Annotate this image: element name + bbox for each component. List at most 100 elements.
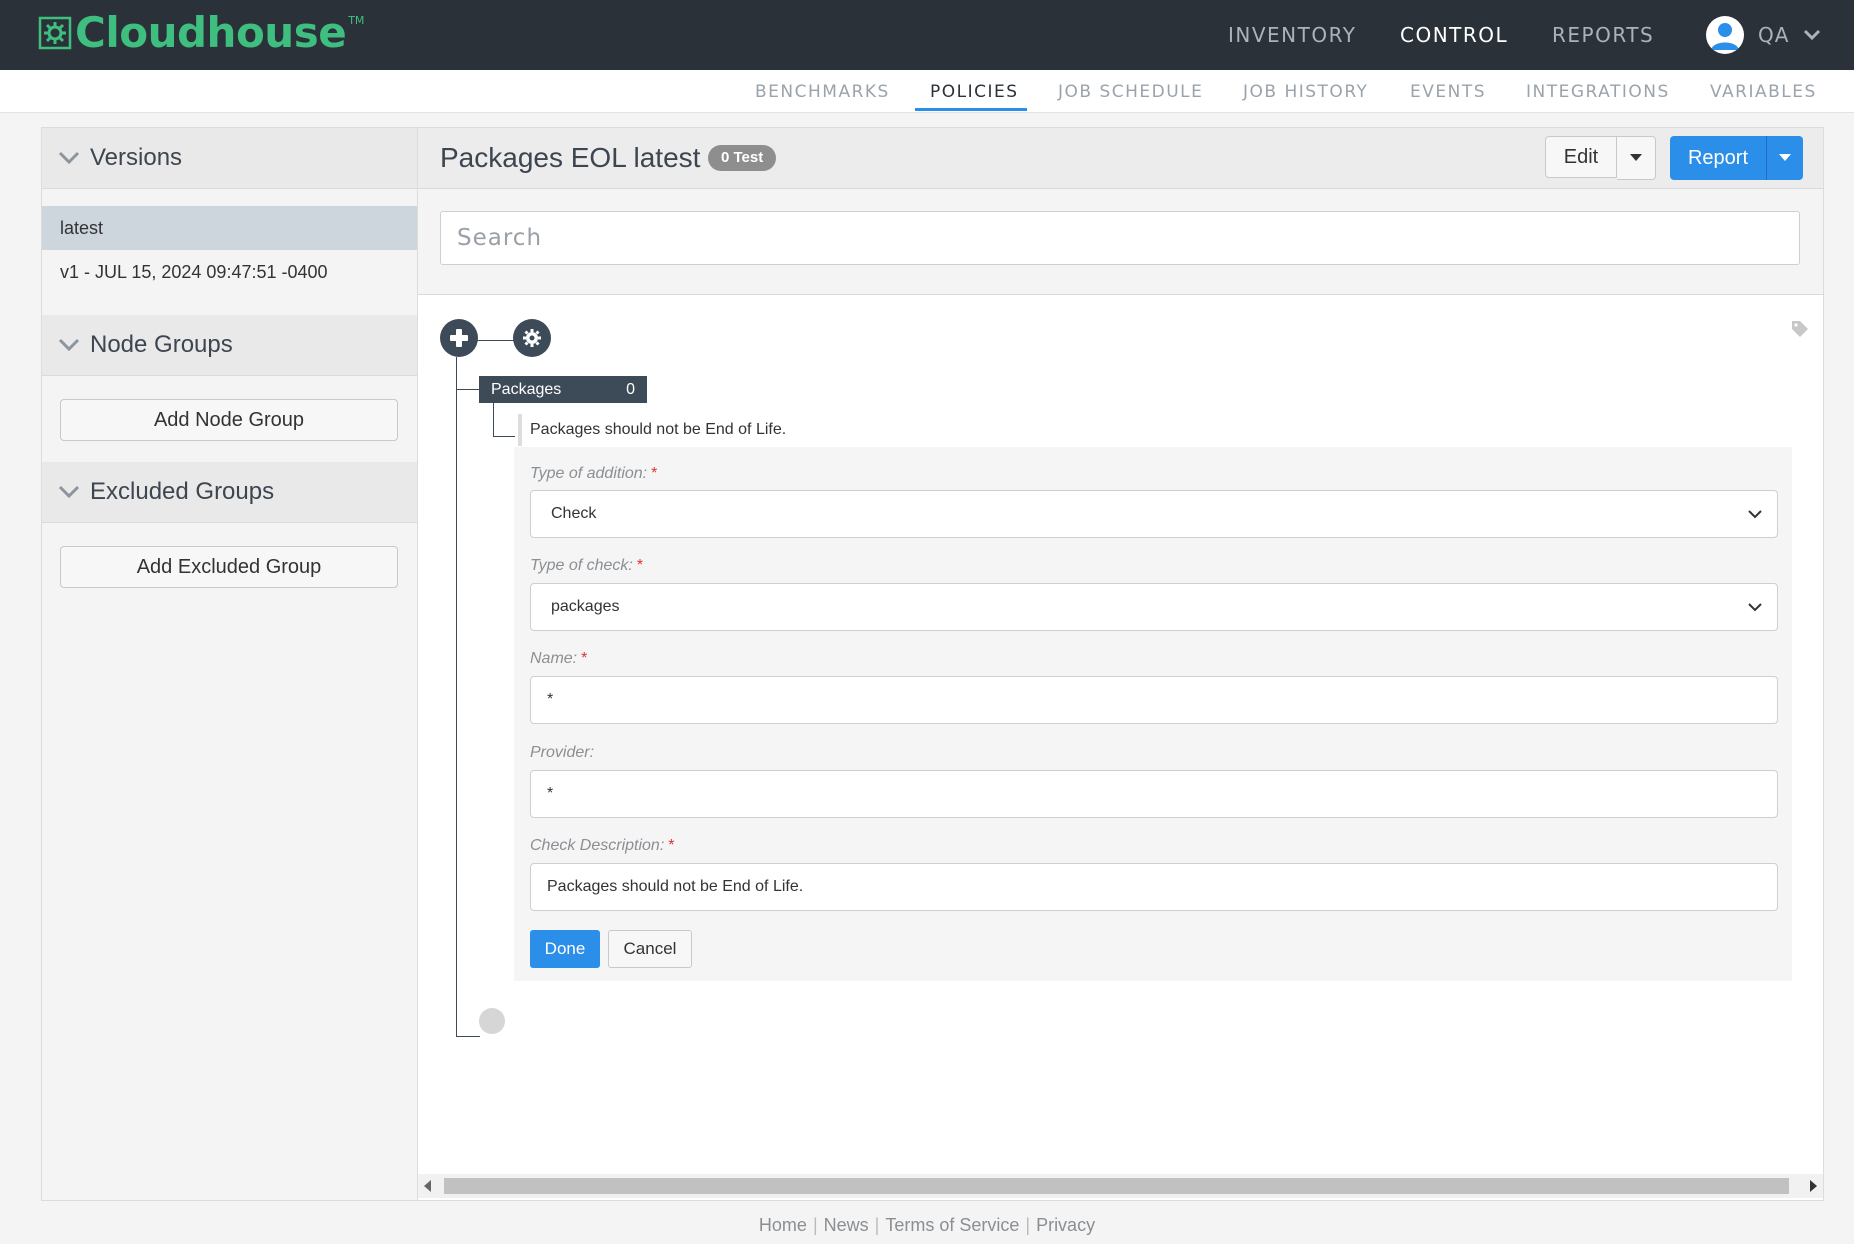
topnav-control-wrap: CONTROL [1400, 0, 1508, 70]
user-avatar-icon [1706, 16, 1744, 54]
version-label: latest [60, 217, 104, 238]
required-mark: * [651, 465, 658, 482]
check-indicator [518, 414, 522, 446]
footer-separator: | [874, 1215, 880, 1235]
top-bar: Cloudhouse TM INVENTORY CONTROL REPORTS … [0, 0, 1854, 70]
tree-connector [456, 389, 480, 390]
add-node-group-button[interactable]: Add Node Group [60, 399, 398, 441]
tree-trunk [456, 357, 457, 1037]
subnav-benchmarks[interactable]: BENCHMARKS [755, 82, 890, 102]
name-label: Name: * [530, 650, 587, 668]
subnav-job-schedule[interactable]: JOB SCHEDULE [1058, 82, 1203, 102]
required-mark: * [636, 557, 644, 574]
left-sidebar: Versions latest v1 - JUL 15, 2024 09:47:… [41, 127, 419, 1201]
scrollbar-thumb[interactable] [444, 1178, 1789, 1194]
type-of-check-label: Type of check: * [530, 557, 643, 575]
search-input[interactable] [440, 211, 1800, 265]
provider-label: Provider: [530, 744, 594, 762]
topnav-inventory[interactable]: INVENTORY [1228, 23, 1356, 47]
node-groups-title: Node Groups [90, 331, 233, 358]
node-label: Packages [491, 380, 562, 398]
footer-link-home[interactable]: Home [759, 1215, 807, 1235]
footer-link-terms[interactable]: Terms of Service [885, 1215, 1019, 1235]
settings-button[interactable] [513, 319, 551, 357]
selected-value: packages [551, 598, 620, 615]
add-node-button[interactable] [440, 319, 478, 357]
subnav-policies[interactable]: POLICIES [930, 82, 1019, 102]
edit-dropdown-toggle[interactable] [1617, 136, 1656, 180]
chevron-down-icon [58, 485, 80, 499]
version-item-latest[interactable]: latest [42, 206, 419, 250]
node-groups-header[interactable]: Node Groups [42, 315, 419, 376]
label-text: Type of check: [530, 557, 633, 574]
plus-icon [450, 329, 468, 347]
active-tab-indicator [915, 108, 1027, 111]
tree-connector [493, 436, 515, 437]
type-of-addition-select[interactable]: Check [530, 490, 1778, 538]
footer-link-news[interactable]: News [824, 1215, 869, 1235]
packages-node[interactable]: Packages 0 [479, 376, 647, 403]
done-button[interactable]: Done [530, 930, 600, 968]
subnav-events[interactable]: EVENTS [1410, 82, 1486, 102]
footer-separator: | [1025, 1215, 1031, 1235]
tree-connector [456, 1036, 480, 1037]
topnav-control[interactable]: CONTROL [1400, 23, 1508, 47]
excluded-groups-header[interactable]: Excluded Groups [42, 462, 419, 523]
user-menu[interactable]: QA [1706, 13, 1821, 57]
subnav-job-history[interactable]: JOB HISTORY [1243, 82, 1368, 102]
topnav-reports[interactable]: REPORTS [1552, 23, 1654, 47]
gear-icon [523, 329, 541, 347]
report-button[interactable]: Report [1670, 136, 1766, 180]
tree-branch [493, 403, 494, 437]
selected-value: Check [551, 505, 597, 522]
check-description-input[interactable] [530, 863, 1778, 911]
required-mark: * [668, 837, 675, 854]
caret-down-icon [1630, 154, 1642, 161]
footer: Home | News | Terms of Service | Privacy [0, 1215, 1854, 1236]
edit-button[interactable]: Edit [1545, 136, 1617, 178]
policy-panel: Packages EOL latest 0 Test Edit Report S… [417, 127, 1824, 1201]
type-of-addition-label: Type of addition: * [530, 465, 657, 483]
page-title: Packages EOL latest [440, 142, 701, 173]
footer-link-privacy[interactable]: Privacy [1036, 1215, 1095, 1235]
version-label: v1 - JUL 15, 2024 09:47:51 -0400 [60, 261, 328, 282]
subnav-variables[interactable]: VARIABLES [1710, 82, 1817, 102]
user-name: QA [1758, 23, 1790, 47]
test-count-badge: 0 Test [708, 145, 777, 171]
brand-name: Cloudhouse [75, 8, 347, 57]
topnav-inventory-wrap: INVENTORY [1228, 0, 1356, 70]
required-mark: * [581, 650, 588, 667]
scroll-left-icon[interactable] [424, 1180, 432, 1192]
label-text: Check Description: [530, 837, 665, 854]
excluded-groups-title: Excluded Groups [90, 478, 275, 505]
chevron-down-icon [58, 338, 80, 352]
policy-tree-canvas: Packages 0 Packages should not be End of… [418, 294, 1823, 1175]
report-dropdown-toggle[interactable] [1766, 136, 1803, 180]
brand-logo[interactable]: Cloudhouse TM [38, 8, 364, 58]
subnav-integrations[interactable]: INTEGRATIONS [1526, 82, 1670, 102]
footer-separator: | [812, 1215, 818, 1235]
provider-input[interactable] [530, 770, 1778, 818]
name-input[interactable] [530, 676, 1778, 724]
add-check-form: Type of addition: * Check Type of check: *… [514, 447, 1792, 981]
chevron-down-icon [1804, 29, 1821, 41]
label-text: Name: [530, 650, 578, 667]
label-text: Type of addition: [530, 465, 648, 482]
type-of-check-select[interactable]: packages [530, 583, 1778, 631]
policy-header: Packages EOL latest 0 Test Edit Report [418, 128, 1823, 189]
cancel-button[interactable]: Cancel [608, 930, 692, 968]
sub-nav: BENCHMARKS POLICIES JOB SCHEDULE JOB HIS… [0, 70, 1854, 113]
label-text: Provider: [530, 744, 595, 761]
add-excluded-group-button[interactable]: Add Excluded Group [60, 546, 398, 588]
horizontal-scrollbar[interactable] [418, 1174, 1823, 1198]
versions-header[interactable]: Versions [42, 128, 419, 189]
scroll-right-icon[interactable] [1809, 1180, 1817, 1192]
tag-icon[interactable] [1791, 320, 1809, 338]
report-button-group: Report [1670, 136, 1803, 180]
brand-trademark: TM [348, 14, 365, 27]
edit-button-group: Edit [1545, 136, 1656, 180]
version-item-v1[interactable]: v1 - JUL 15, 2024 09:47:51 -0400 [42, 250, 419, 294]
cloudhouse-logo-icon [38, 16, 72, 50]
check-description-field-label: Check Description: * [530, 837, 675, 855]
topnav-reports-wrap: REPORTS [1552, 0, 1654, 70]
